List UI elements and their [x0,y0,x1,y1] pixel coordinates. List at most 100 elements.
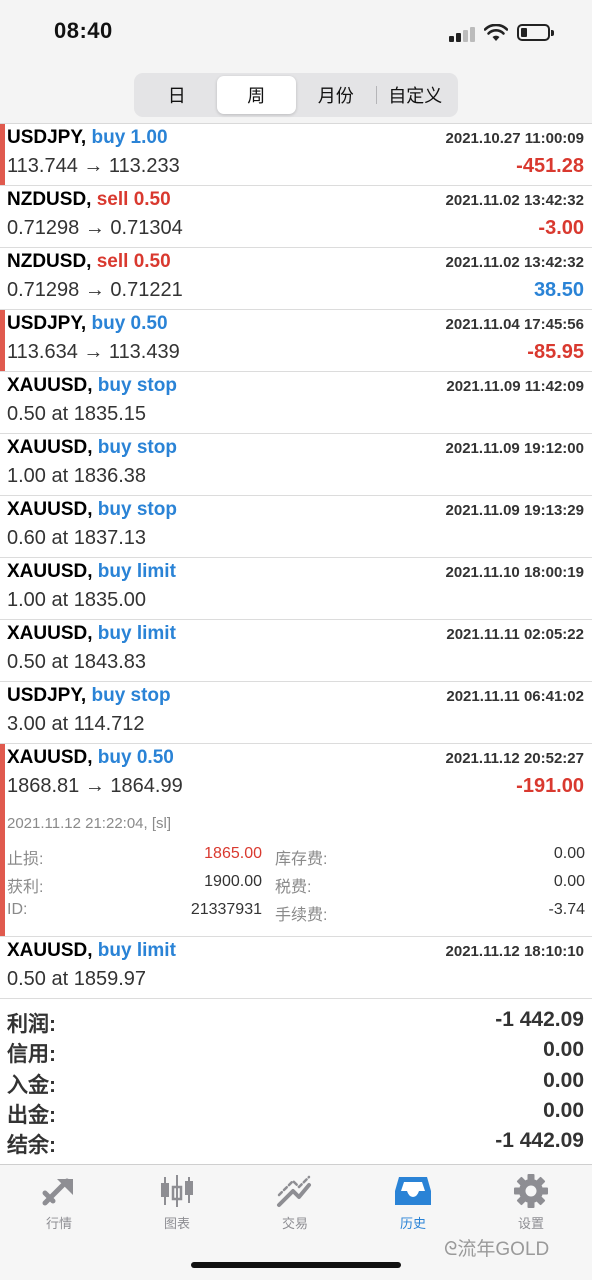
row-time: 2021.11.09 11:42:09 [446,378,584,395]
segment-custom[interactable]: 自定义 [375,76,456,114]
close-info: 2021.11.12 21:22:04, [sl] [7,815,172,832]
tax-value: 0.00 [553,873,585,890]
row-time: 2021.11.04 17:45:56 [445,316,584,333]
swap-value: 0.00 [553,845,585,862]
watermark: ᘓ流年GOLD [444,1239,550,1260]
id-value: 21337931 [190,901,262,918]
history-row[interactable]: USDJPY, buy 0.50 2021.11.04 17:45:56 113.6… [0,310,592,372]
row-symbol-line: XAUUSD, buy stop [7,375,177,397]
row-symbol-line: XAUUSD, buy stop [7,499,177,521]
row-time: 2021.11.12 18:10:10 [445,943,584,960]
row-direction: buy stop [97,437,177,458]
swap-label: 库存费: [275,851,328,868]
summary-value: -1 442.09 [495,1008,584,1031]
row-symbol-line: NZDUSD, sell 0.50 [7,189,171,211]
row-direction: buy stop [97,499,177,520]
history-row[interactable]: NZDUSD, sell 0.50 2021.11.02 13:42:32 0.71… [0,186,592,248]
home-indicator[interactable] [191,1262,401,1268]
history-row[interactable]: XAUUSD, buy limit 2021.11.11 02:05:22 0.50… [0,620,592,682]
row-price: 1.00 at 1836.38 [7,465,147,487]
tab-settings[interactable]: 设置 [472,1173,590,1237]
history-list: USDJPY, buy 1.00 2021.10.27 11:00:09 113.7… [0,124,592,999]
period-segmented-control: 日 周 月份 自定义 [134,73,458,117]
row-time: 2021.10.27 11:00:09 [445,130,584,147]
commission-value: -3.74 [548,901,585,918]
history-row[interactable]: XAUUSD, buy stop 2021.11.09 11:42:09 0.50 … [0,372,592,434]
row-price: 0.50 at 1835.15 [7,403,147,425]
row-time: 2021.11.12 20:52:27 [445,750,584,767]
tab-trade[interactable]: 交易 [236,1173,354,1237]
history-row[interactable]: XAUUSD, buy stop 2021.11.09 19:12:00 1.00 … [0,434,592,496]
segment-day[interactable]: 日 [137,76,217,114]
row-direction: sell 0.50 [96,251,171,272]
row-direction: buy limit [97,940,176,961]
segment-month[interactable]: 月份 [296,76,376,114]
row-price: 0.50 at 1843.83 [7,651,147,673]
row-direction: buy limit [97,623,176,644]
summary-row: 利润: -1 442.09 [0,1006,592,1036]
summary-label: 结余: [7,1134,56,1158]
row-time: 2021.11.11 02:05:22 [446,626,584,643]
summary-row: 结余: -1 442.09 [0,1127,592,1157]
order-details: 止损: 1865.00 库存费: 0.00 获利: 1900.00 税费: 0.00 ID: 21… [7,843,585,927]
row-symbol-line: XAUUSD, buy stop [7,437,177,459]
id-label: ID: [7,901,28,918]
row-price: 1.00 at 1835.00 [7,589,147,611]
summary-label: 信用: [7,1043,56,1067]
row-symbol-line: USDJPY, buy 1.00 [7,127,168,149]
summary-value: 0.00 [543,1038,584,1062]
row-price: 113.634 → 113.439 [7,341,180,363]
row-symbol: XAUUSD, [7,437,93,458]
summary-value: 0.00 [543,1098,584,1122]
tp-label: 获利: [7,879,44,896]
row-symbol-line: NZDUSD, sell 0.50 [7,251,171,273]
summary-label: 入金: [7,1073,56,1097]
row-symbol: XAUUSD, [7,375,93,396]
history-row[interactable]: XAUUSD, buy limit 2021.11.12 18:10:10 0.50… [0,937,592,999]
row-direction: buy stop [97,375,177,396]
summary-label: 利润: [7,1013,56,1036]
row-symbol: NZDUSD, [7,251,92,272]
history-row[interactable]: NZDUSD, sell 0.50 2021.11.02 13:42:32 0.71… [0,248,592,310]
row-time: 2021.11.02 13:42:32 [445,254,584,271]
row-price: 1868.81 → 1864.99 [7,775,183,797]
settings-icon [514,1174,548,1208]
sl-value: 1865.00 [204,845,262,862]
tax-label: 税费: [275,879,312,896]
row-profit: -85.95 [527,341,584,363]
tab-quotes[interactable]: 行情 [0,1173,118,1237]
row-symbol-line: XAUUSD, buy limit [7,940,176,962]
period-selector-bar: 日 周 月份 自定义 [0,66,592,124]
row-symbol-line: USDJPY, buy stop [7,685,171,707]
cellular-signal-icon [449,26,475,42]
tab-history[interactable]: 历史 [354,1173,472,1237]
row-symbol: XAUUSD, [7,623,93,644]
row-price: 0.71298 → 0.71221 [7,279,183,301]
chart-icon [161,1175,193,1207]
row-price: 0.60 at 1837.13 [7,527,147,549]
row-symbol: NZDUSD, [7,189,92,210]
history-row[interactable]: XAUUSD, buy limit 2021.11.10 18:00:19 1.00… [0,558,592,620]
row-time: 2021.11.10 18:00:19 [445,564,584,581]
segment-week[interactable]: 周 [216,76,296,114]
history-row[interactable]: XAUUSD, buy 0.50 2021.11.12 20:52:27 1868.… [0,744,592,937]
row-profit: -451.28 [516,155,584,177]
commission-label: 手续费: [275,907,328,924]
history-row[interactable]: USDJPY, buy 1.00 2021.10.27 11:00:09 113.7… [0,124,592,186]
row-profit: -3.00 [538,217,584,239]
row-profit: -191.00 [516,775,584,797]
history-row[interactable]: USDJPY, buy stop 2021.11.11 06:41:02 3.00 … [0,682,592,744]
row-price: 3.00 at 114.712 [7,713,145,735]
row-time: 2021.11.11 06:41:02 [446,688,584,705]
history-row[interactable]: XAUUSD, buy stop 2021.11.09 19:13:29 0.60 … [0,496,592,558]
summary-row: 入金: 0.00 [0,1067,592,1097]
status-bar: 08:40 [0,0,592,66]
row-symbol: USDJPY, [7,685,87,706]
row-direction: sell 0.50 [96,189,171,210]
summary-value: -1 442.09 [495,1129,584,1153]
row-price: 113.744 → 113.233 [7,155,180,177]
tab-chart[interactable]: 图表 [118,1173,236,1237]
history-icon [395,1177,431,1205]
row-symbol: XAUUSD, [7,499,93,520]
row-symbol: XAUUSD, [7,561,93,582]
